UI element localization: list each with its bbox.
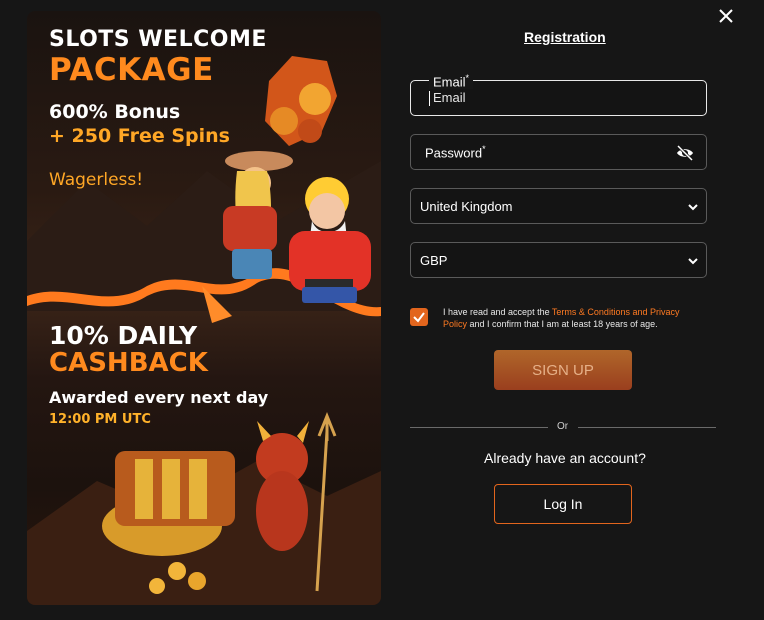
promo-package-heading: PACKAGE [49,52,214,88]
golden-idol-image [265,56,337,146]
chevron-down-icon [688,258,698,265]
text-caret [429,91,430,106]
password-label: Password* [425,144,486,161]
login-button[interactable]: Log In [494,484,632,524]
or-label: Or [557,421,569,432]
promo-welcome-heading: SLOTS WELCOME [49,27,267,52]
checkmark-icon [413,312,425,323]
promo-wagerless-text: Wagerless! [49,170,144,190]
promo-time-text: 12:00 PM UTC [49,412,151,427]
email-label: Email* [429,73,474,90]
divider-left [410,427,548,428]
close-icon [719,9,733,23]
signup-button[interactable]: SIGN UP [494,350,632,390]
promo-cashback-heading: CASHBACK [49,348,208,378]
country-select[interactable]: United Kingdom [410,188,707,224]
terms-text: I have read and accept the Terms & Condi… [443,307,680,329]
currency-selected-value: GBP [420,253,448,268]
currency-select[interactable]: GBP [410,242,707,278]
divider-right [578,427,716,428]
eye-off-icon [676,144,694,162]
have-account-text: Already have an account? [484,450,646,466]
promo-bonus-text: 600% Bonus [49,101,181,123]
email-field[interactable]: Email* [410,73,707,116]
chevron-down-icon [688,204,698,211]
promo-banner: SLOTS WELCOME PACKAGE 600% Bonus + 250 F… [27,11,381,605]
country-selected-value: United Kingdom [420,199,513,214]
toggle-password-visibility-button[interactable] [676,144,694,162]
terms-checkbox[interactable] [410,308,428,326]
promo-daily-heading: 10% DAILY [49,321,198,350]
password-field[interactable]: Password* [410,134,707,170]
promo-spins-text: + 250 Free Spins [49,125,230,147]
registration-title: Registration [524,29,606,45]
promo-awarded-text: Awarded every next day [49,388,269,407]
email-input[interactable] [433,90,673,105]
close-button[interactable] [715,5,737,27]
